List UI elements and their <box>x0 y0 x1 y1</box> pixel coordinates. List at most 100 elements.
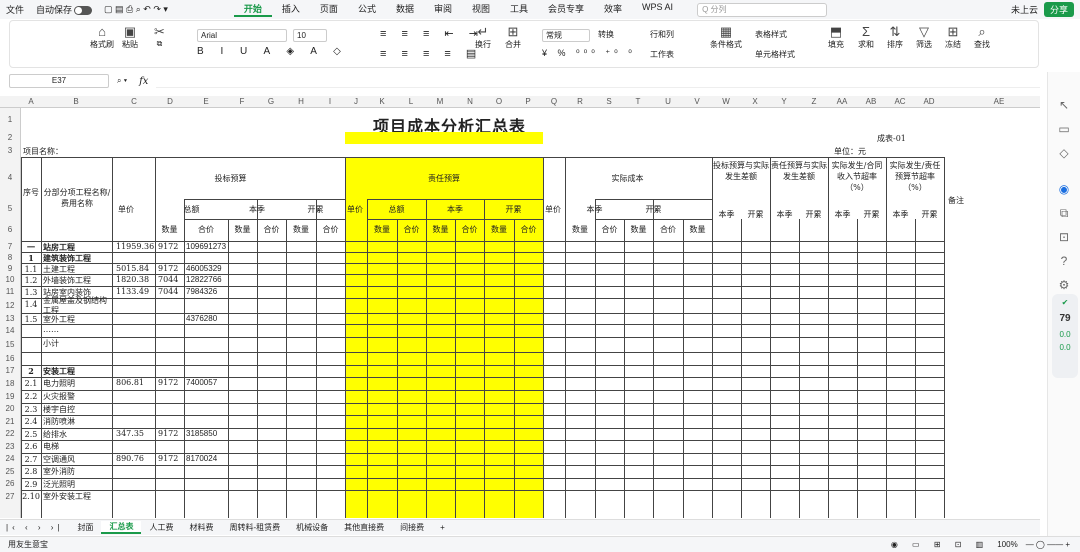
column-header[interactable]: V <box>687 97 707 106</box>
sheet-tab[interactable]: 间接费 <box>392 522 432 533</box>
row-header[interactable]: 3 <box>0 146 20 155</box>
column-header[interactable]: W <box>716 97 736 106</box>
image-icon[interactable]: ▭ <box>1056 122 1072 138</box>
font-style-buttons[interactable]: B I U A ◈ A ◇ <box>197 46 348 57</box>
view-mode-icons[interactable]: ◉ ▭ ⊞ ⊡ ▥ <box>891 540 997 549</box>
cloud-status[interactable]: 未上云 <box>1011 3 1038 16</box>
row-header[interactable]: 13 <box>0 314 20 323</box>
table-style-button[interactable]: 表格样式 <box>755 29 787 40</box>
row-header[interactable]: 14 <box>0 326 20 335</box>
column-header[interactable]: Q <box>544 97 564 106</box>
tab-formula[interactable]: 公式 <box>348 2 386 17</box>
status-left-label[interactable]: 用友生意宝 <box>0 539 48 550</box>
filter-button[interactable]: ▽ 筛选 <box>916 25 932 50</box>
autosave-toggle[interactable] <box>74 6 93 16</box>
tab-wps-ai[interactable]: WPS AI <box>632 2 683 17</box>
row-header[interactable]: 1 <box>0 115 20 124</box>
column-header[interactable]: H <box>291 97 311 106</box>
sheet-tab[interactable]: 机械设备 <box>288 522 336 533</box>
cell-reference-box[interactable]: E37 <box>9 74 109 88</box>
row-header[interactable]: 26 <box>0 479 20 488</box>
cell-style-button[interactable]: 单元格样式 <box>755 49 795 60</box>
convert-button[interactable]: 转换 <box>598 29 614 40</box>
cut-copy-icons[interactable]: ✂ ⧉ <box>154 25 165 49</box>
row-header[interactable]: 24 <box>0 454 20 463</box>
column-header[interactable]: M <box>430 97 450 106</box>
tab-review[interactable]: 审阅 <box>424 2 462 17</box>
column-header[interactable]: AD <box>919 97 939 106</box>
row-header[interactable]: 19 <box>0 392 20 401</box>
row-header[interactable]: 25 <box>0 467 20 476</box>
column-header[interactable]: L <box>401 97 421 106</box>
worksheet-button[interactable]: 工作表 <box>650 49 674 60</box>
performance-widget[interactable]: ✔ 79 0.0 0.0 <box>1052 294 1078 378</box>
column-header[interactable]: E <box>196 97 216 106</box>
sheet-tab[interactable]: 周转料-租赁费 <box>221 522 288 533</box>
column-header[interactable]: AA <box>832 97 852 106</box>
row-header[interactable]: 6 <box>0 225 20 234</box>
column-header[interactable]: R <box>570 97 590 106</box>
number-format-buttons[interactable]: ¥ % ⁰⁰⁰ ⁺⁰ ⁰ <box>542 48 636 59</box>
column-header[interactable]: AC <box>890 97 910 106</box>
tab-home[interactable]: 开始 <box>233 2 272 17</box>
format-painter-button[interactable]: ⌂ 格式刷 <box>90 25 114 50</box>
tab-page[interactable]: 页面 <box>310 2 348 17</box>
zoom-icon[interactable]: ⌕ ▾ <box>117 76 127 86</box>
formula-input[interactable] <box>156 74 1040 88</box>
number-format-select[interactable]: 常规 <box>542 29 590 42</box>
column-header[interactable]: Z <box>804 97 824 106</box>
column-header[interactable]: X <box>745 97 765 106</box>
sum-button[interactable]: Σ 求和 <box>858 25 874 50</box>
column-header[interactable]: K <box>372 97 392 106</box>
column-header[interactable]: U <box>658 97 678 106</box>
tab-member[interactable]: 会员专享 <box>538 2 594 17</box>
column-header[interactable]: N <box>460 97 480 106</box>
paste-button[interactable]: ▣ 粘贴 <box>122 25 138 50</box>
row-header[interactable]: 20 <box>0 404 20 413</box>
wrap-button[interactable]: ↵ 换行 <box>475 25 491 50</box>
freeze-button[interactable]: ⊞ 冻结 <box>945 25 961 50</box>
tools-icon[interactable]: ⚙ <box>1056 278 1072 294</box>
cursor-icon[interactable]: ↖ <box>1056 98 1072 114</box>
row-header[interactable]: 18 <box>0 379 20 388</box>
copy-icon[interactable]: ⧉ <box>1056 206 1072 222</box>
sheet-tab[interactable]: 人工费 <box>141 522 181 533</box>
sheet-nav-arrows[interactable]: |‹ ‹ › ›| <box>0 523 69 532</box>
conditional-format-button[interactable]: ▦ 条件格式 <box>710 25 742 50</box>
row-header[interactable]: 12 <box>0 301 20 310</box>
sheet-tab[interactable]: 汇总表 <box>101 521 142 534</box>
column-header[interactable]: C <box>124 97 144 106</box>
row-header[interactable]: 8 <box>0 253 20 262</box>
alignment-buttons-2[interactable]: ≡ ≡ ≡ ≡ ▤ <box>380 47 482 60</box>
spreadsheet-grid[interactable]: 项目成本分析汇总表 项目名称： 单位：元 成表-01 序号 分部分项工程名称/费用名称投… <box>21 108 1040 518</box>
tab-tools[interactable]: 工具 <box>500 2 538 17</box>
assistant-icon[interactable]: ◉ <box>1056 182 1072 198</box>
alignment-buttons[interactable]: ≡ ≡ ≡ ⇤ ⇥ <box>380 27 484 40</box>
row-header[interactable]: 15 <box>0 340 20 349</box>
row-header[interactable]: 21 <box>0 417 20 426</box>
column-header[interactable]: A <box>21 97 41 106</box>
help-icon[interactable]: ? <box>1056 254 1072 270</box>
tag-icon[interactable]: ◇ <box>1056 146 1072 162</box>
column-header[interactable]: T <box>628 97 648 106</box>
find-button[interactable]: ⌕ 查找 <box>974 25 990 50</box>
rows-cols-button[interactable]: 行和列 <box>650 29 674 40</box>
column-header[interactable]: S <box>599 97 619 106</box>
column-header[interactable]: G <box>261 97 281 106</box>
row-header[interactable]: 16 <box>0 354 20 363</box>
column-header[interactable]: J <box>346 97 366 106</box>
column-header[interactable]: D <box>160 97 180 106</box>
sheet-tab[interactable]: 其他直接费 <box>336 522 392 533</box>
bookmark-icon[interactable]: ⊡ <box>1056 230 1072 246</box>
column-header[interactable]: P <box>518 97 538 106</box>
column-header[interactable]: I <box>320 97 340 106</box>
fill-button[interactable]: ⬒ 填充 <box>828 25 844 50</box>
tab-data[interactable]: 数据 <box>386 2 424 17</box>
column-header[interactable]: AB <box>861 97 881 106</box>
row-header[interactable]: 22 <box>0 429 20 438</box>
search-input[interactable]: Q 分列 <box>697 2 828 17</box>
column-header[interactable]: O <box>489 97 509 106</box>
font-family-select[interactable]: Arial <box>197 29 287 42</box>
file-menu[interactable]: 文件 <box>0 3 30 16</box>
row-header[interactable]: 17 <box>0 366 20 375</box>
